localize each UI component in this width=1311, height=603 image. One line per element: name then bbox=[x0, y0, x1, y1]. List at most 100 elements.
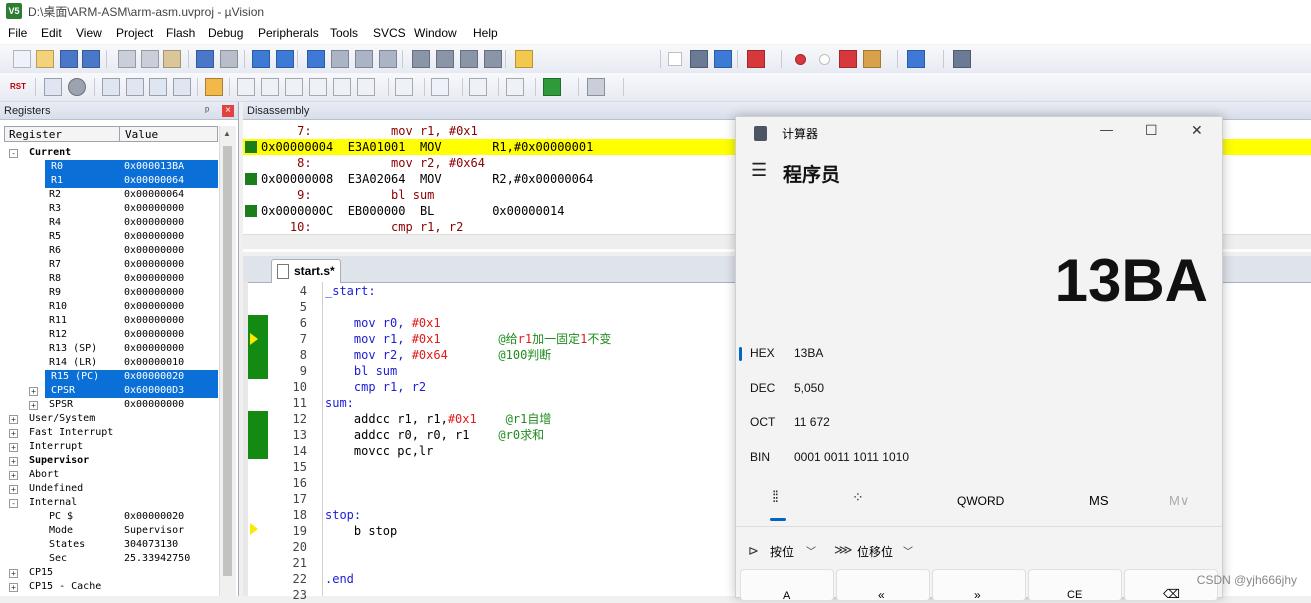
memory-window-icon[interactable] bbox=[395, 78, 413, 96]
uncomment-icon[interactable] bbox=[484, 50, 502, 68]
register-row[interactable]: Mode Supervisor bbox=[0, 524, 218, 538]
hamburger-menu-icon[interactable]: ☰ bbox=[751, 160, 767, 181]
register-row[interactable]: + CPSR 0x600000D3 bbox=[29, 384, 218, 398]
save-all-icon[interactable] bbox=[82, 50, 100, 68]
expand-icon[interactable]: + bbox=[9, 569, 18, 578]
step-out-icon[interactable] bbox=[149, 78, 167, 96]
breakpoint-disable-icon[interactable] bbox=[819, 54, 830, 65]
disassembly-window-icon[interactable] bbox=[261, 78, 279, 96]
expand-icon[interactable]: + bbox=[9, 429, 18, 438]
bitshift-dropdown[interactable]: 位移位 bbox=[857, 543, 893, 560]
cut-icon[interactable] bbox=[118, 50, 136, 68]
register-row[interactable]: - Internal bbox=[0, 496, 218, 510]
register-row[interactable]: + Interrupt bbox=[0, 440, 218, 454]
registers-window-icon[interactable] bbox=[309, 78, 327, 96]
register-row[interactable]: States 304073130 bbox=[0, 538, 218, 552]
trace-window-icon[interactable] bbox=[506, 78, 524, 96]
analysis-window-icon[interactable] bbox=[469, 78, 487, 96]
expand-icon[interactable]: + bbox=[9, 471, 18, 480]
maximize-icon[interactable]: ☐ bbox=[1145, 122, 1158, 139]
register-row[interactable]: PC $ 0x00000020 bbox=[0, 510, 218, 524]
register-row[interactable]: R1 0x00000064 bbox=[45, 174, 218, 188]
menu-file[interactable]: File bbox=[8, 26, 27, 40]
collapse-icon[interactable]: - bbox=[9, 149, 18, 158]
register-row[interactable]: R4 0x00000000 bbox=[0, 216, 218, 230]
expand-icon[interactable]: + bbox=[9, 457, 18, 466]
register-row[interactable]: + User/System bbox=[0, 412, 218, 426]
menu-svcs[interactable]: SVCS bbox=[373, 26, 406, 40]
bit-toggle-keypad-icon[interactable]: ⁘ bbox=[852, 489, 864, 506]
bookmark-next-icon[interactable] bbox=[355, 50, 373, 68]
key-left-shift[interactable]: « bbox=[836, 569, 930, 602]
command-window-icon[interactable] bbox=[237, 78, 255, 96]
incremental-find-icon[interactable] bbox=[714, 50, 732, 68]
scroll-up-icon[interactable]: ▲ bbox=[223, 129, 231, 138]
expand-icon[interactable]: + bbox=[9, 485, 18, 494]
menu-window[interactable]: Window bbox=[414, 26, 457, 40]
register-row[interactable]: R8 0x00000000 bbox=[0, 272, 218, 286]
bookmark-prev-icon[interactable] bbox=[331, 50, 349, 68]
register-row[interactable]: + CP15 bbox=[0, 566, 218, 580]
expand-icon[interactable]: + bbox=[9, 583, 18, 592]
find-in-files-icon[interactable] bbox=[515, 50, 533, 68]
expand-icon[interactable]: + bbox=[29, 401, 38, 410]
menu-debug[interactable]: Debug bbox=[208, 26, 243, 40]
full-keypad-icon[interactable]: ⁞⁞ bbox=[772, 489, 779, 507]
base-row-dec[interactable]: DEC 5,050 bbox=[736, 371, 1222, 405]
column-value[interactable]: Value bbox=[125, 128, 158, 141]
watch-window-icon[interactable] bbox=[357, 78, 375, 96]
close-icon[interactable]: × bbox=[222, 105, 234, 117]
show-next-statement-icon[interactable] bbox=[205, 78, 223, 96]
register-row[interactable]: R7 0x00000000 bbox=[0, 258, 218, 272]
menu-edit[interactable]: Edit bbox=[41, 26, 62, 40]
register-row[interactable]: R11 0x00000000 bbox=[0, 314, 218, 328]
register-row[interactable]: R14 (LR) 0x00000010 bbox=[0, 356, 218, 370]
chevron-down-icon[interactable]: ﹀ bbox=[806, 543, 816, 558]
open-icon[interactable] bbox=[36, 50, 54, 68]
tab-start-s[interactable]: start.s* bbox=[271, 259, 341, 283]
register-row[interactable]: R15 (PC) 0x00000020 bbox=[45, 370, 218, 384]
serial-window-icon[interactable] bbox=[431, 78, 449, 96]
base-row-hex[interactable]: HEX 13BA bbox=[736, 336, 1222, 370]
menu-peripherals[interactable]: Peripherals bbox=[258, 26, 319, 40]
call-stack-icon[interactable] bbox=[333, 78, 351, 96]
memory-store-button[interactable]: MS bbox=[1089, 493, 1109, 508]
chevron-down-icon[interactable]: ﹀ bbox=[903, 543, 913, 558]
registers-scrollbar[interactable]: ▲ bbox=[219, 126, 236, 596]
unindent-icon[interactable] bbox=[436, 50, 454, 68]
run-icon[interactable] bbox=[44, 78, 62, 96]
redo-icon[interactable] bbox=[220, 50, 238, 68]
close-window-icon[interactable]: ✕ bbox=[1191, 122, 1203, 139]
save-icon[interactable] bbox=[60, 50, 78, 68]
comment-icon[interactable] bbox=[460, 50, 478, 68]
expand-icon[interactable]: + bbox=[9, 415, 18, 424]
nav-back-icon[interactable] bbox=[252, 50, 270, 68]
paste-icon[interactable] bbox=[163, 50, 181, 68]
column-register[interactable]: Register bbox=[9, 128, 62, 141]
register-row[interactable]: R13 (SP) 0x00000000 bbox=[0, 342, 218, 356]
copy-icon[interactable] bbox=[141, 50, 159, 68]
register-row[interactable]: R9 0x00000000 bbox=[0, 286, 218, 300]
collapse-icon[interactable]: - bbox=[9, 499, 18, 508]
configure-icon[interactable] bbox=[953, 50, 971, 68]
nav-forward-icon[interactable] bbox=[276, 50, 294, 68]
menu-flash[interactable]: Flash bbox=[166, 26, 195, 40]
column-divider[interactable] bbox=[119, 127, 120, 141]
register-row[interactable]: R3 0x00000000 bbox=[0, 202, 218, 216]
system-viewer-icon[interactable] bbox=[543, 78, 561, 96]
breakpoint-all-icon[interactable] bbox=[863, 50, 881, 68]
register-row[interactable]: R10 0x00000000 bbox=[0, 300, 218, 314]
minimize-icon[interactable]: — bbox=[1100, 122, 1113, 137]
step-in-icon[interactable] bbox=[102, 78, 120, 96]
symbols-window-icon[interactable] bbox=[285, 78, 303, 96]
key-clear-entry[interactable]: CE bbox=[1028, 569, 1122, 601]
base-row-bin[interactable]: BIN 0001 0011 1011 1010 bbox=[736, 440, 1222, 474]
register-row[interactable]: + Fast Interrupt bbox=[0, 426, 218, 440]
register-row[interactable]: - Current bbox=[0, 146, 218, 160]
register-row[interactable]: R5 0x00000000 bbox=[0, 230, 218, 244]
expand-icon[interactable]: + bbox=[9, 443, 18, 452]
run-to-cursor-icon[interactable] bbox=[173, 78, 191, 96]
register-row[interactable]: + Undefined bbox=[0, 482, 218, 496]
register-row[interactable]: R2 0x00000064 bbox=[0, 188, 218, 202]
register-row[interactable]: + SPSR 0x00000000 bbox=[0, 398, 218, 412]
